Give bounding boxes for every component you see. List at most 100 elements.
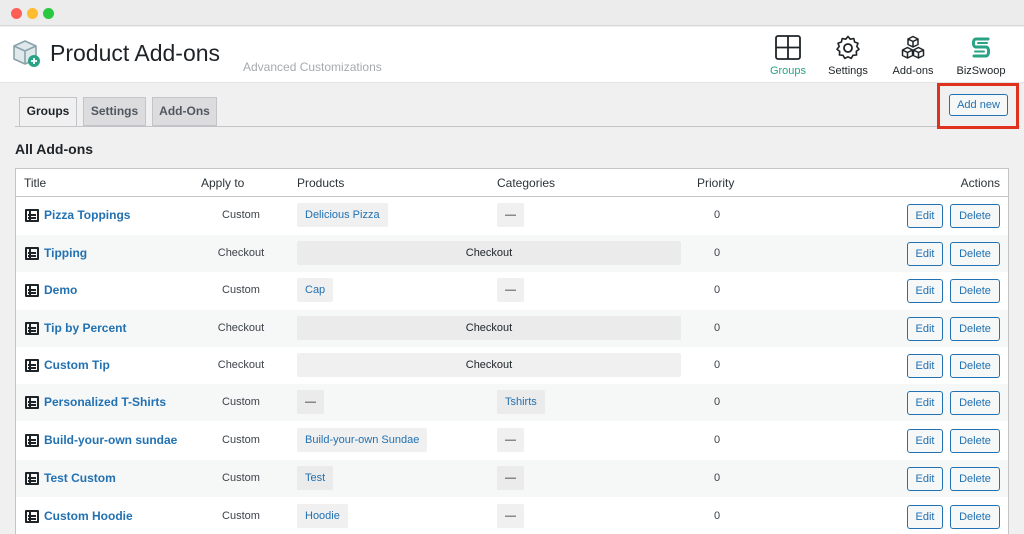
addons-table: Title Apply to Products Categories Prior…	[15, 168, 1009, 534]
list-item-icon	[25, 359, 39, 372]
delete-button[interactable]: Delete	[950, 467, 1000, 491]
nav-addons[interactable]: Add-ons	[882, 33, 944, 79]
delete-button[interactable]: Delete	[950, 354, 1000, 378]
nav-addons-label: Add-ons	[892, 65, 934, 77]
maximize-window-button[interactable]	[43, 8, 54, 19]
product-chip[interactable]: Cap	[297, 278, 334, 302]
app-title: Product Add-ons	[50, 40, 221, 66]
row-title-link[interactable]: Custom Tip	[44, 358, 110, 372]
nav-settings[interactable]: Settings	[817, 33, 879, 79]
nav-bizswoop-label: BizSwoop	[956, 65, 1006, 77]
nav-groups-label: Groups	[769, 65, 807, 77]
row-apply-to: Custom	[222, 434, 260, 446]
edit-button[interactable]: Edit	[907, 391, 943, 415]
list-item-icon	[25, 434, 39, 447]
product-chip[interactable]: Delicious Pizza	[297, 203, 388, 227]
edit-button[interactable]: Edit	[907, 317, 943, 341]
row-priority: 0	[713, 247, 721, 259]
row-apply-to: Custom	[222, 284, 260, 296]
checkout-chip: Checkout	[297, 316, 681, 340]
table-header: Title Apply to Products Categories Prior…	[16, 169, 1008, 197]
row-title-link[interactable]: Build-your-own sundae	[44, 433, 177, 447]
edit-button[interactable]: Edit	[907, 204, 943, 228]
table-row: Tip by Percent Checkout Checkout 0 Edit …	[16, 310, 1008, 347]
row-priority: 0	[713, 510, 721, 522]
row-priority: 0	[713, 472, 721, 484]
edit-button[interactable]: Edit	[907, 279, 943, 303]
edit-button[interactable]: Edit	[907, 242, 943, 266]
bizswoop-logo-icon	[971, 37, 991, 58]
list-item-icon	[25, 472, 39, 485]
list-item-icon	[25, 322, 39, 335]
row-title-link[interactable]: Tipping	[44, 246, 87, 260]
row-apply-to: Custom	[222, 396, 260, 408]
category-chip[interactable]: Tshirts	[497, 390, 545, 414]
product-chip[interactable]: Build-your-own Sundae	[297, 428, 428, 452]
product-chip: —	[297, 390, 324, 414]
delete-button[interactable]: Delete	[950, 505, 1000, 529]
delete-button[interactable]: Delete	[950, 429, 1000, 453]
row-title-link[interactable]: Demo	[44, 283, 77, 297]
edit-button[interactable]: Edit	[907, 467, 943, 491]
column-apply-to: Apply to	[201, 176, 245, 190]
tab-addons[interactable]: Add-Ons	[152, 97, 217, 126]
nav-groups[interactable]: Groups	[757, 33, 819, 79]
delete-button[interactable]: Delete	[950, 317, 1000, 341]
delete-button[interactable]: Delete	[950, 279, 1000, 303]
grid-icon	[775, 35, 801, 60]
category-chip: —	[497, 203, 524, 227]
nav-bizswoop[interactable]: BizSwoop	[950, 33, 1012, 79]
table-row: Test Custom Custom Test — 0 Edit Delete	[16, 460, 1008, 497]
row-apply-to: Checkout	[217, 359, 265, 371]
table-row: Demo Custom Cap — 0 Edit Delete	[16, 272, 1008, 309]
delete-button[interactable]: Delete	[950, 242, 1000, 266]
tab-groups[interactable]: Groups	[19, 97, 77, 127]
category-chip: —	[497, 278, 524, 302]
app-header: Product Add-ons Advanced Customizations …	[0, 27, 1024, 83]
table-row: Tipping Checkout Checkout 0 Edit Delete	[16, 235, 1008, 272]
product-chip[interactable]: Hoodie	[297, 504, 348, 528]
row-title-link[interactable]: Custom Hoodie	[44, 509, 133, 523]
row-title-link[interactable]: Pizza Toppings	[44, 208, 130, 222]
tab-settings[interactable]: Settings	[83, 97, 146, 126]
column-products: Products	[297, 176, 345, 190]
minimize-window-button[interactable]	[27, 8, 38, 19]
category-chip: —	[497, 504, 524, 528]
list-item-icon	[25, 510, 39, 523]
list-item-icon	[25, 284, 39, 297]
edit-button[interactable]: Edit	[907, 354, 943, 378]
box-plus-icon	[13, 40, 40, 67]
cubes-icon	[901, 35, 925, 59]
edit-button[interactable]: Edit	[907, 429, 943, 453]
delete-button[interactable]: Delete	[950, 204, 1000, 228]
edit-button[interactable]: Edit	[907, 505, 943, 529]
row-apply-to: Custom	[222, 472, 260, 484]
row-title-link[interactable]: Tip by Percent	[44, 321, 126, 335]
row-apply-to: Checkout	[217, 247, 265, 259]
row-title-link[interactable]: Test Custom	[44, 471, 116, 485]
list-item-icon	[25, 209, 39, 222]
column-actions: Actions	[960, 176, 1000, 190]
gear-icon	[836, 35, 860, 60]
table-row: Personalized T-Shirts Custom — Tshirts 0…	[16, 384, 1008, 421]
table-row: Pizza Toppings Custom Delicious Pizza — …	[16, 197, 1008, 234]
category-chip: —	[497, 428, 524, 452]
nav-settings-label: Settings	[828, 65, 868, 77]
tab-bar-divider	[15, 126, 1020, 127]
list-item-icon	[25, 247, 39, 260]
close-window-button[interactable]	[11, 8, 22, 19]
delete-button[interactable]: Delete	[950, 391, 1000, 415]
list-item-icon	[25, 396, 39, 409]
product-chip[interactable]: Test	[297, 466, 334, 490]
row-title-link[interactable]: Personalized T-Shirts	[44, 395, 166, 409]
row-priority: 0	[713, 396, 721, 408]
row-priority: 0	[713, 322, 721, 334]
app-subtitle: Advanced Customizations	[243, 60, 382, 74]
table-row: Custom Hoodie Custom Hoodie — 0 Edit Del…	[16, 498, 1008, 534]
window-titlebar	[0, 0, 1024, 26]
table-row: Custom Tip Checkout Checkout 0 Edit Dele…	[16, 347, 1008, 384]
row-priority: 0	[713, 434, 721, 446]
add-new-button[interactable]: Add new	[949, 94, 1008, 116]
checkout-chip: Checkout	[297, 241, 681, 265]
category-chip: —	[497, 466, 524, 490]
